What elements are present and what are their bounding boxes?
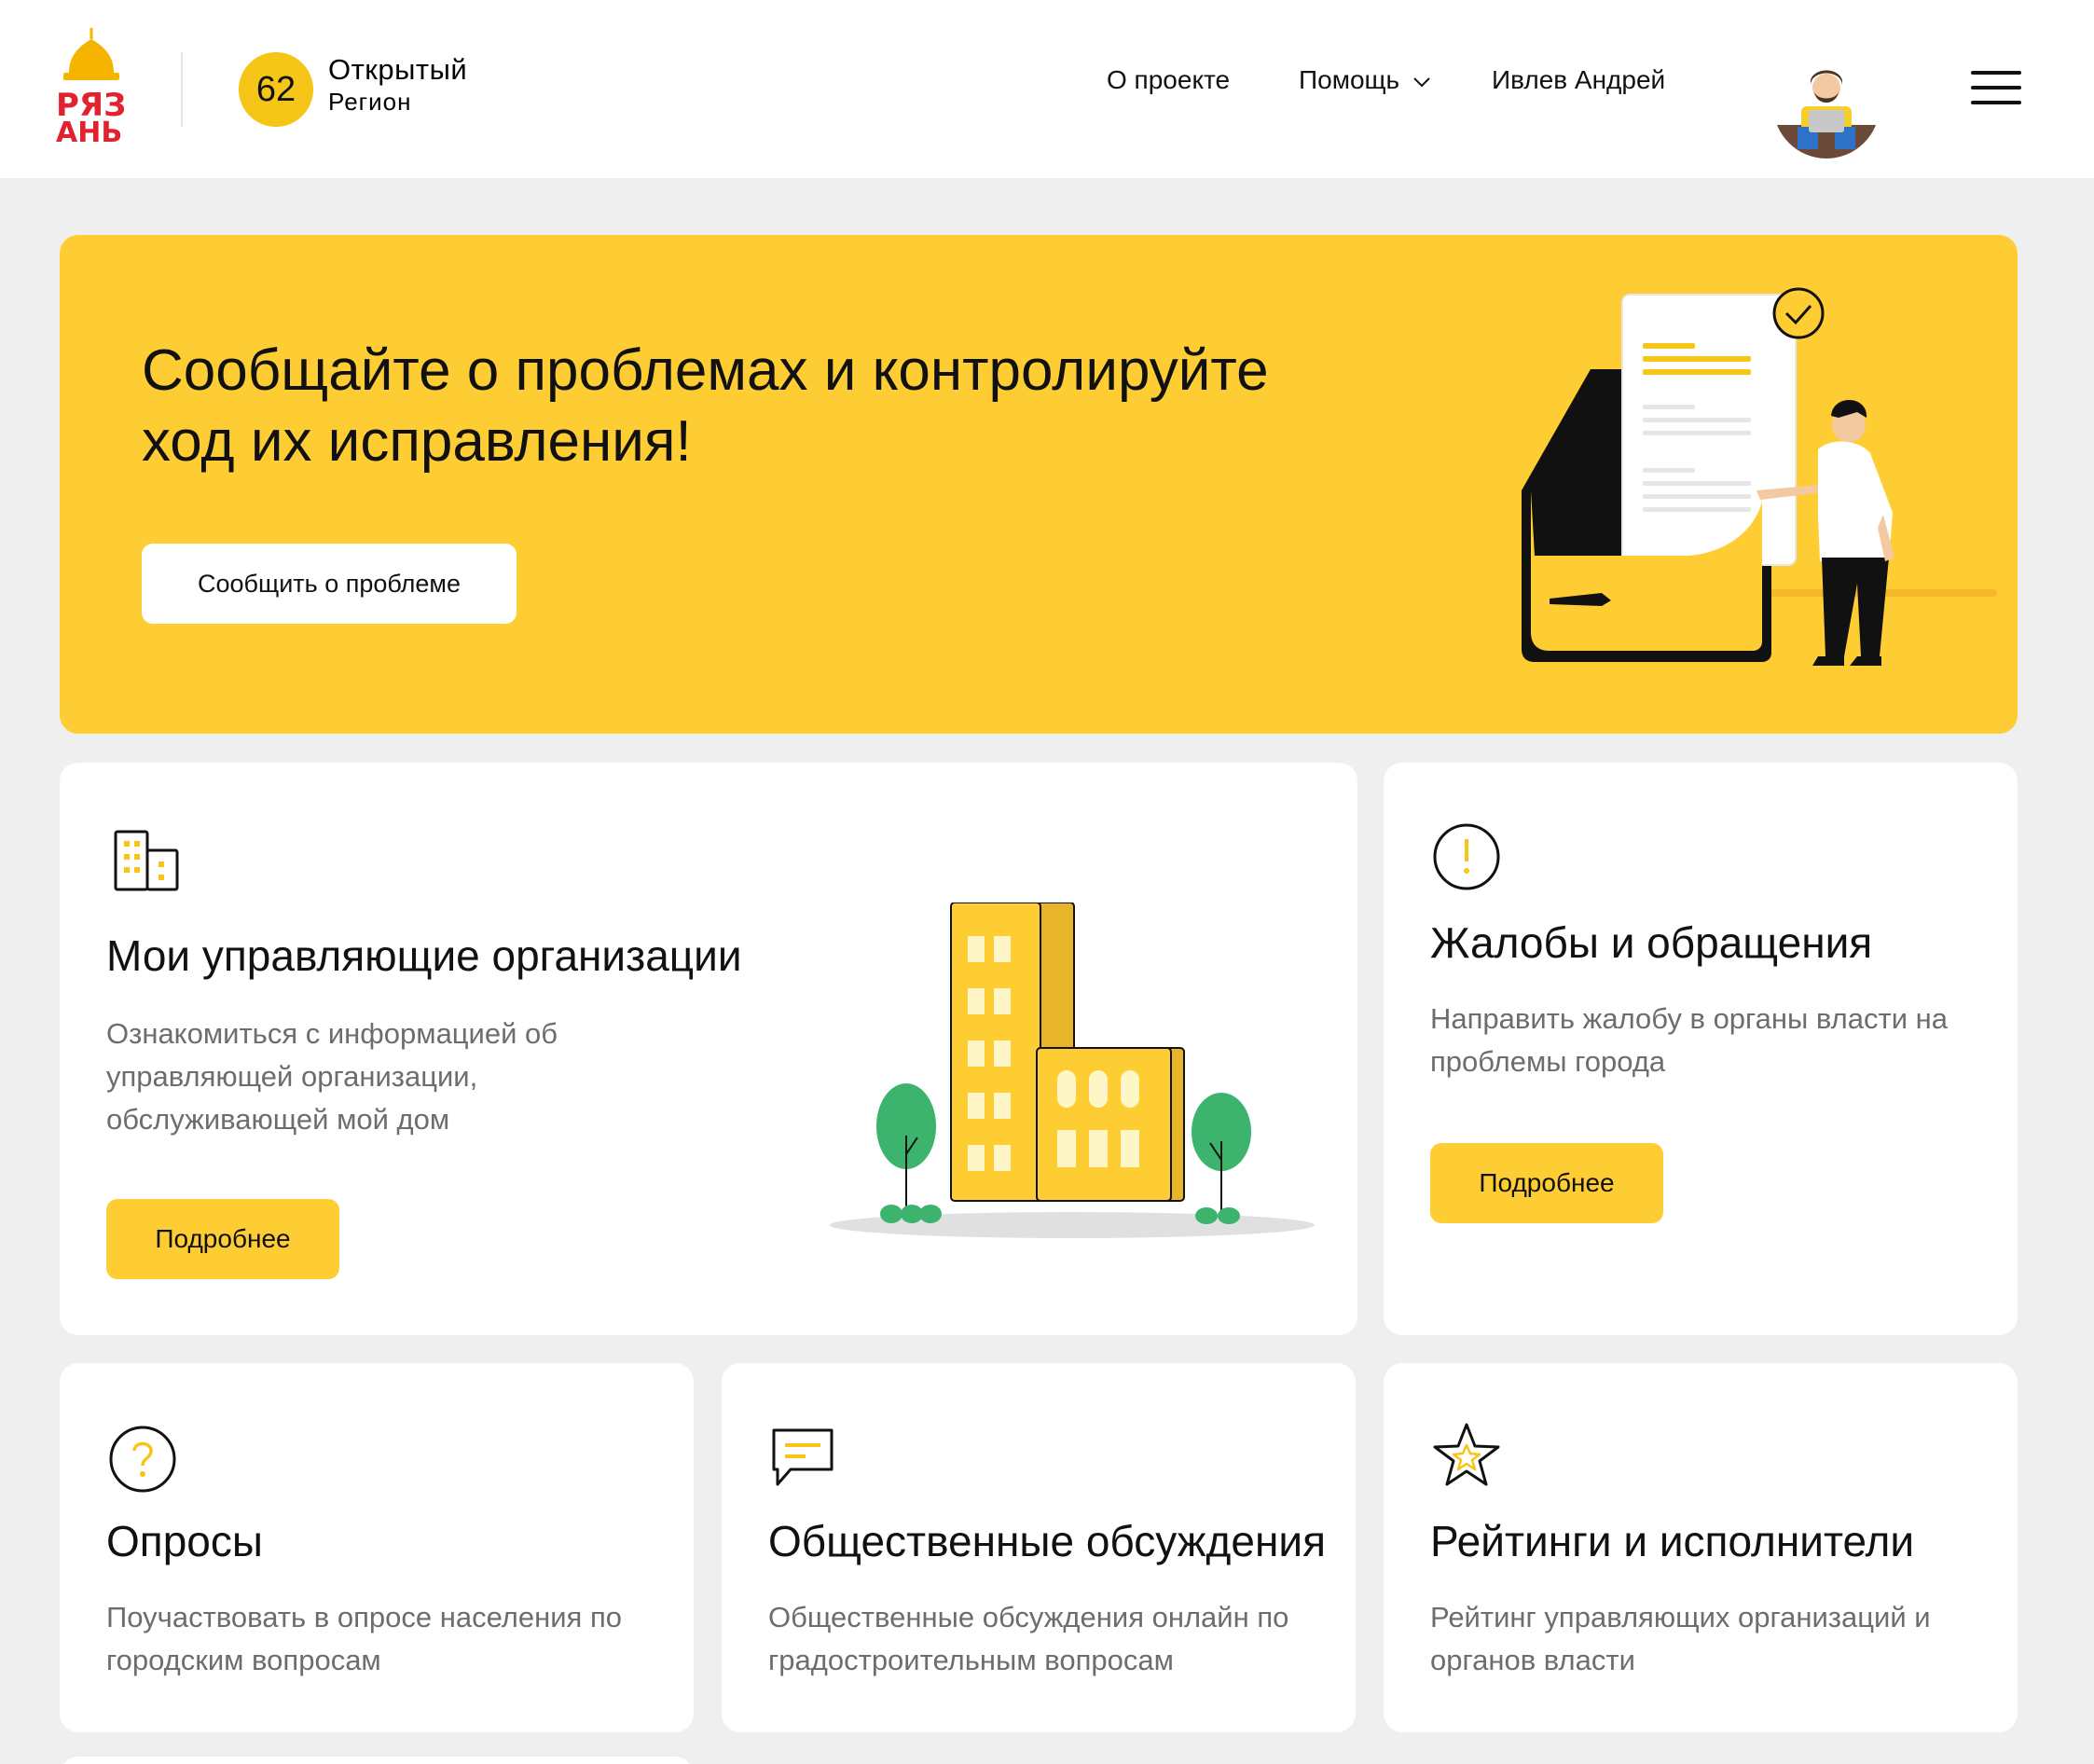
card-title: Рейтинги и исполнители xyxy=(1430,1517,1915,1565)
card-title: Опросы xyxy=(106,1517,263,1565)
report-problem-button[interactable]: Сообщить о проблеме xyxy=(142,544,517,624)
region-name-line1: Открытый xyxy=(328,53,468,86)
card-description: Ознакомиться с информацией об управляюще… xyxy=(106,1017,558,1136)
menu-icon[interactable] xyxy=(1971,69,2021,106)
chevron-down-icon xyxy=(1413,76,1430,88)
alert-icon xyxy=(1433,823,1500,890)
logo-divider xyxy=(181,52,183,127)
more-button[interactable]: Подробнее xyxy=(1430,1143,1663,1223)
card-title: Общественные обсуждения xyxy=(768,1517,1326,1565)
mailbox-illustration xyxy=(1522,287,1997,666)
hero-banner: Сообщайте о проблемах и контролируйте хо… xyxy=(60,235,2018,734)
card-description: Направить жалобу в органы власти на проб… xyxy=(1430,1002,1949,1078)
nav-help-label: Помощь xyxy=(1299,65,1400,94)
card-management-organizations[interactable]: Мои управляющие организации Ознакомиться… xyxy=(60,763,1357,1335)
region-number-badge: 62 xyxy=(239,52,313,127)
site-header: РЯЗ АНЬ 62 Открытый Регион О проекте Пом… xyxy=(0,0,2094,178)
hero-title: Сообщайте о проблемах и контролируйте хо… xyxy=(142,338,1269,474)
card-title: Мои управляющие организации xyxy=(106,931,742,980)
ryazan-logo[interactable]: РЯЗ АНЬ xyxy=(54,26,129,144)
card-title: Жалобы и обращения xyxy=(1430,918,1873,967)
nav-user-name[interactable]: Ивлев Андрей xyxy=(1492,65,1665,95)
building-icon xyxy=(114,830,179,891)
buildings-illustration xyxy=(830,903,1315,1238)
star-icon xyxy=(1433,1423,1500,1486)
nav-about-link[interactable]: О проекте xyxy=(1107,65,1230,95)
region-name: Открытый Регион xyxy=(328,54,467,117)
card-description: Рейтинг управляющих организаций и органо… xyxy=(1430,1601,1931,1676)
chat-icon xyxy=(772,1428,833,1486)
card-ratings[interactable]: Рейтинги и исполнители Рейтинг управляющ… xyxy=(1384,1363,2018,1732)
card-partial xyxy=(60,1757,694,1764)
avatar[interactable] xyxy=(1773,48,1880,158)
question-icon xyxy=(109,1426,176,1493)
svg-text:АНЬ: АНЬ xyxy=(56,117,122,144)
card-polls[interactable]: Опросы Поучаствовать в опросе населения … xyxy=(60,1363,694,1732)
region-name-line2: Регион xyxy=(328,88,412,116)
card-public-discussions[interactable]: Общественные обсуждения Общественные обс… xyxy=(722,1363,1356,1732)
card-description: Общественные обсуждения онлайн по градос… xyxy=(768,1601,1289,1676)
more-button[interactable]: Подробнее xyxy=(106,1199,339,1279)
nav-help-dropdown[interactable]: Помощь xyxy=(1299,65,1431,95)
card-complaints[interactable]: Жалобы и обращения Направить жалобу в ор… xyxy=(1384,763,2018,1335)
card-description: Поучаствовать в опросе населения по горо… xyxy=(106,1601,622,1676)
